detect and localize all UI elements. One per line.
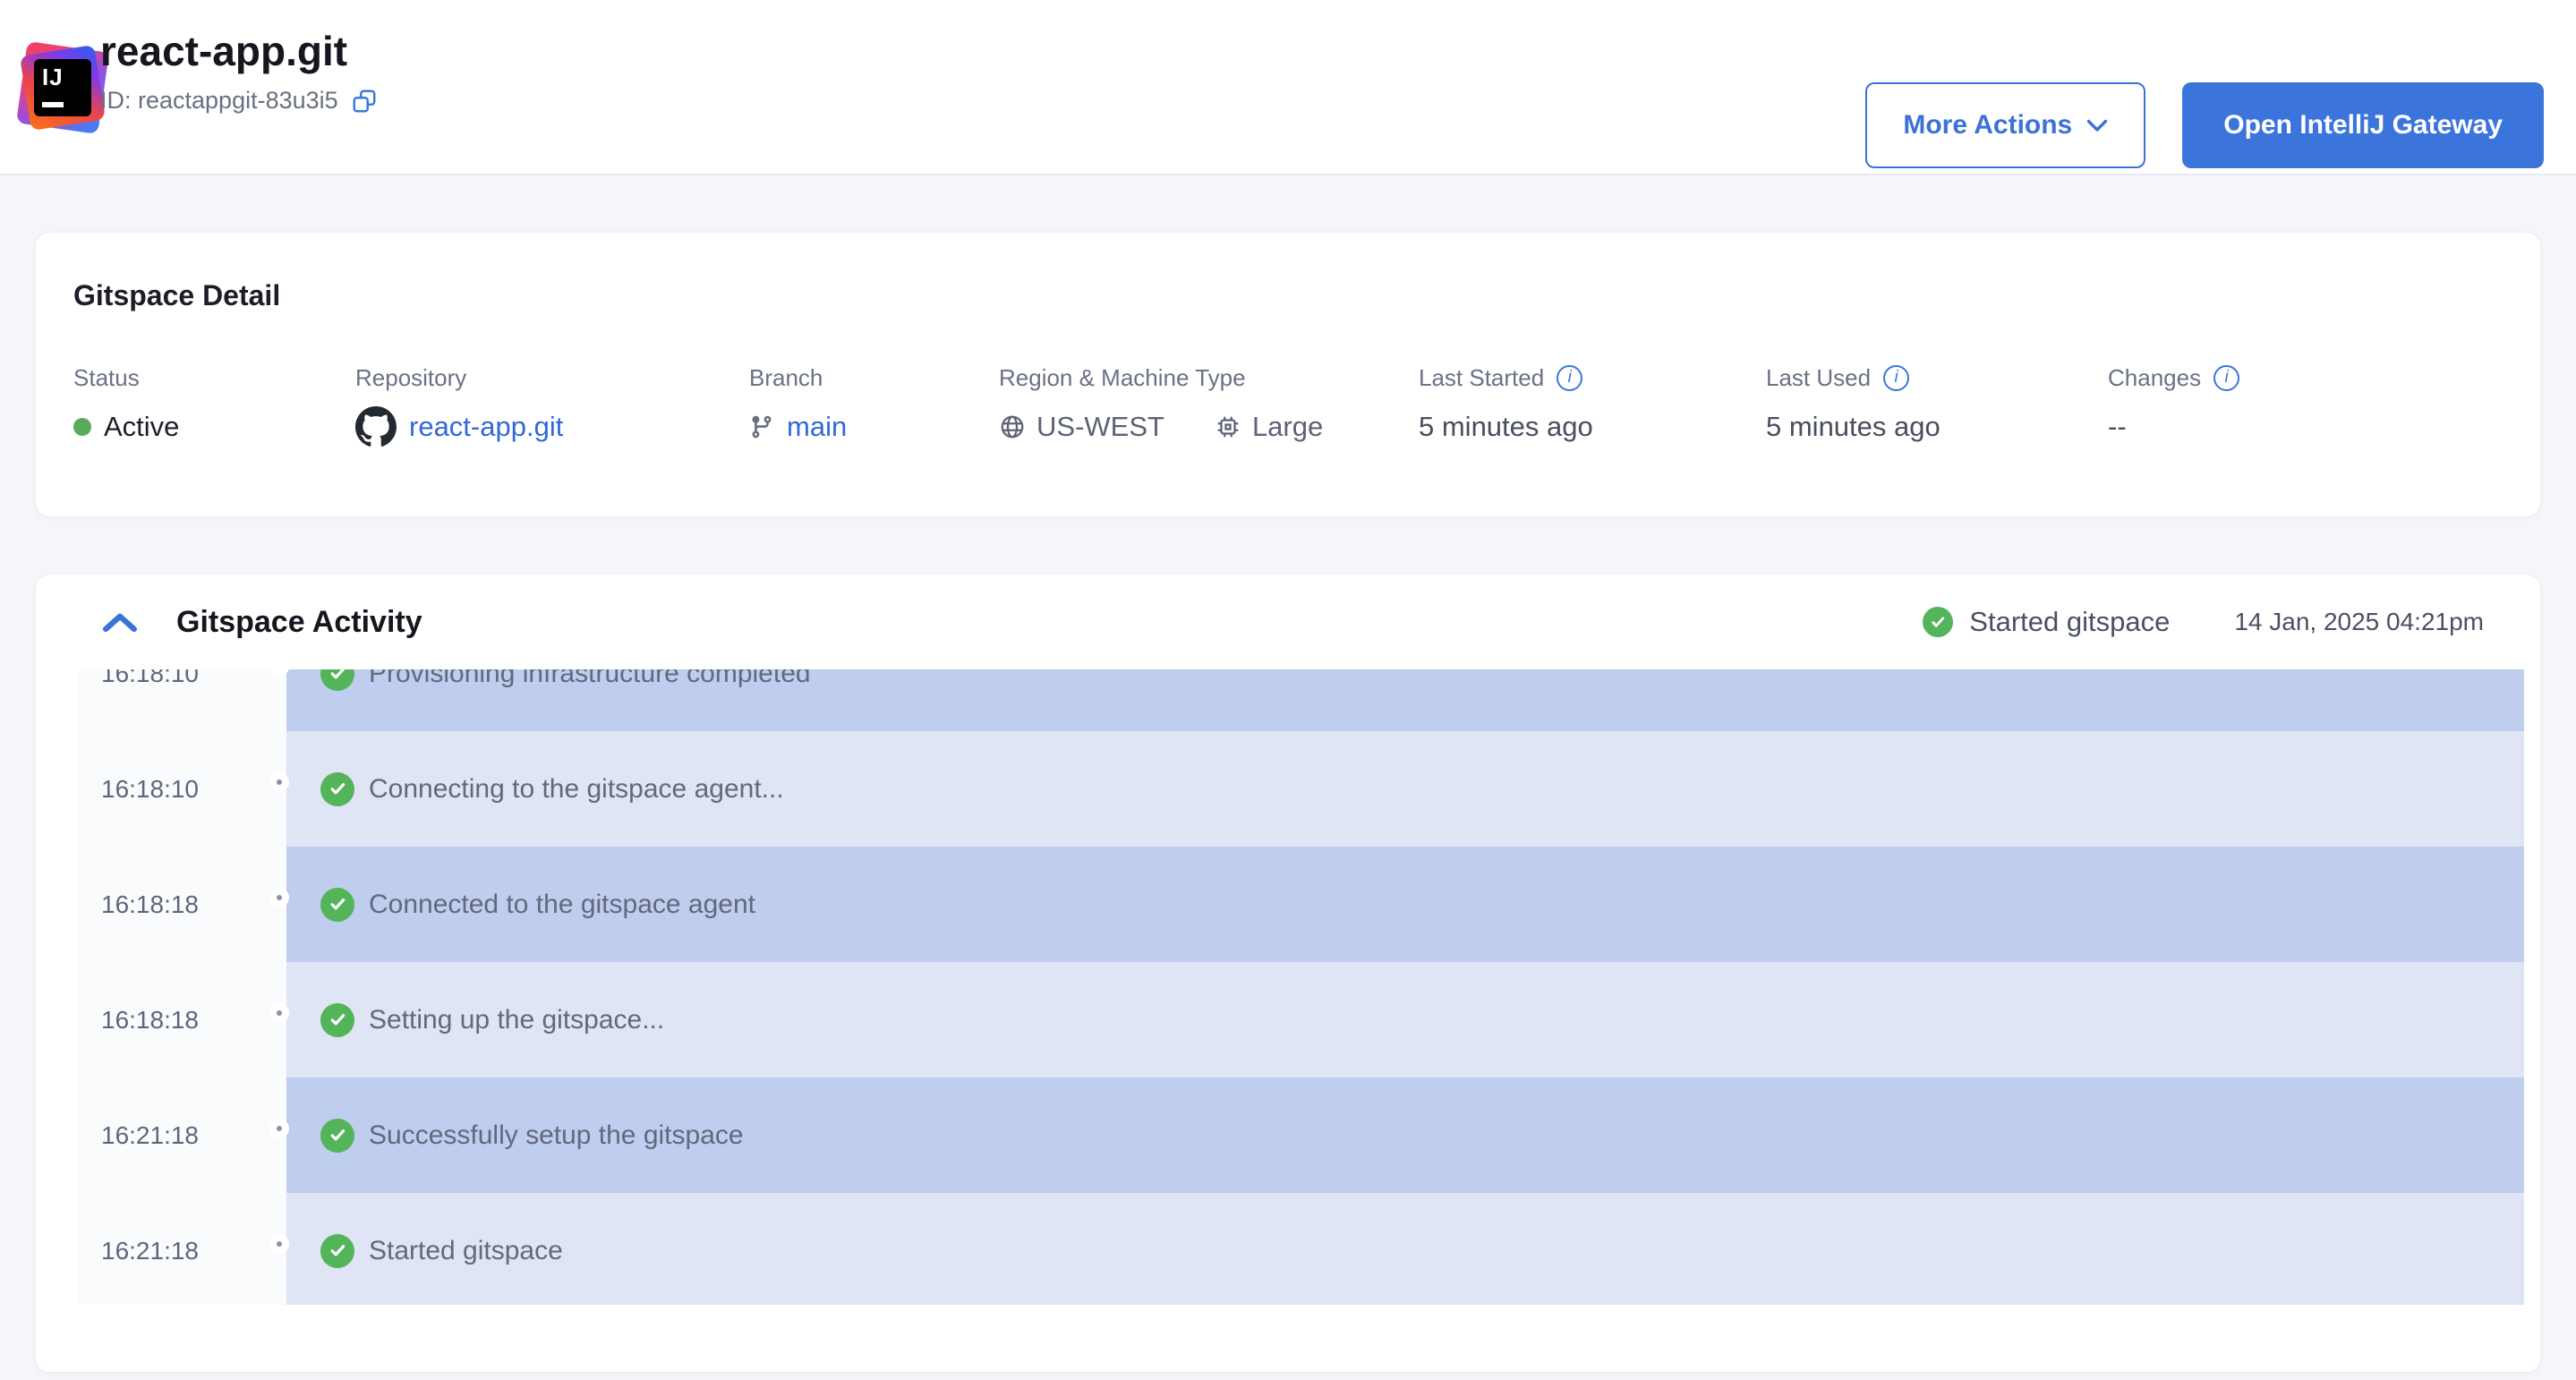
status-dot-icon (73, 418, 91, 436)
page-title: react-app.git (100, 27, 378, 75)
success-check-icon (320, 669, 354, 691)
last-started-label: Last Started (1419, 364, 1544, 392)
activity-row: 16:21:18 Started gitspace (79, 1193, 2524, 1305)
page-header: IJ react-app.git ID: reactappgit-83u3i5 … (0, 0, 2576, 175)
activity-row: 16:21:18 Successfully setup the gitspace (79, 1078, 2524, 1193)
field-last-started: Last Started i 5 minutes ago (1419, 364, 1593, 447)
activity-time: 16:18:10 (79, 731, 286, 847)
success-check-icon (320, 772, 354, 806)
git-branch-icon (749, 414, 774, 439)
activity-row: 16:18:18 Connected to the gitspace agent (79, 847, 2524, 962)
open-gateway-button[interactable]: Open IntelliJ Gateway (2182, 82, 2544, 168)
branch-label: Branch (749, 364, 823, 392)
last-started-value: 5 minutes ago (1419, 411, 1593, 443)
detail-card-title: Gitspace Detail (73, 279, 2540, 312)
info-icon[interactable]: i (1883, 365, 1909, 391)
gitspace-detail-card: Gitspace Detail Status Active Repository… (36, 233, 2540, 516)
last-used-value: 5 minutes ago (1766, 411, 1941, 443)
activity-message: Successfully setup the gitspace (369, 1120, 744, 1151)
timeline-dot-icon (269, 1234, 289, 1254)
success-check-icon (320, 1234, 354, 1268)
more-actions-button[interactable]: More Actions (1865, 82, 2145, 168)
activity-log[interactable]: 16:18:10 Provisioning infrastructure com… (79, 669, 2524, 1305)
timeline-dot-icon (269, 1119, 289, 1138)
chevron-down-icon (2086, 119, 2108, 132)
github-icon (355, 406, 397, 447)
globe-icon (999, 413, 1026, 440)
field-branch: Branch main (749, 364, 847, 447)
changes-label: Changes (2108, 364, 2201, 392)
gitspace-activity-card: Gitspace Activity Started gitspace 14 Ja… (36, 575, 2540, 1372)
repository-label: Repository (355, 364, 466, 392)
activity-status-text: Started gitspace (1969, 606, 2170, 638)
branch-link[interactable]: main (787, 411, 847, 443)
activity-time: 16:21:18 (79, 1193, 286, 1305)
last-used-label: Last Used (1766, 364, 1871, 392)
activity-row: 16:18:10 Connecting to the gitspace agen… (79, 731, 2524, 847)
status-label: Status (73, 364, 140, 392)
info-icon[interactable]: i (2213, 365, 2239, 391)
repository-link[interactable]: react-app.git (409, 411, 563, 443)
region-value: US-WEST (1036, 411, 1164, 443)
field-changes: Changes i -- (2108, 364, 2239, 447)
field-region-machine: Region & Machine Type US-WEST Large (999, 364, 1323, 447)
timeline-dot-icon (269, 772, 289, 792)
chevron-up-icon[interactable] (103, 611, 137, 633)
activity-time: 16:21:18 (79, 1078, 286, 1193)
main-content: Gitspace Detail Status Active Repository… (0, 175, 2576, 1372)
activity-time: 16:18:18 (79, 847, 286, 962)
copy-icon[interactable] (351, 88, 378, 115)
more-actions-label: More Actions (1903, 110, 2072, 141)
activity-message: Connecting to the gitspace agent... (369, 774, 784, 805)
region-machine-label: Region & Machine Type (999, 364, 1246, 392)
timeline-dot-icon (269, 888, 289, 907)
activity-time: 16:18:10 (79, 669, 286, 731)
field-status: Status Active (73, 364, 179, 447)
timeline-dot-icon (269, 1003, 289, 1023)
intellij-logo-icon: IJ (21, 47, 104, 129)
activity-message: Provisioning infrastructure completed (369, 669, 811, 689)
success-check-icon (320, 1003, 354, 1037)
field-repository: Repository react-app.git (355, 364, 563, 447)
info-icon[interactable]: i (1557, 365, 1582, 391)
machine-type-value: Large (1252, 411, 1323, 443)
activity-time: 16:18:18 (79, 962, 286, 1078)
activity-timestamp: 14 Jan, 2025 04:21pm (2234, 608, 2484, 636)
activity-message: Connected to the gitspace agent (369, 890, 755, 920)
activity-message: Started gitspace (369, 1236, 563, 1266)
activity-message: Setting up the gitspace... (369, 1005, 664, 1035)
changes-value: -- (2108, 411, 2127, 443)
activity-row: 16:18:18 Setting up the gitspace... (79, 962, 2524, 1078)
activity-card-title: Gitspace Activity (176, 605, 422, 640)
intellij-logo-text: IJ (42, 64, 64, 91)
cpu-icon (1215, 413, 1241, 440)
success-check-icon (320, 888, 354, 922)
status-value: Active (104, 411, 179, 443)
activity-status-badge: Started gitspace 14 Jan, 2025 04:21pm (1923, 606, 2484, 638)
success-check-icon (320, 1119, 354, 1153)
activity-row: 16:18:10 Provisioning infrastructure com… (79, 669, 2524, 731)
field-last-used: Last Used i 5 minutes ago (1766, 364, 1941, 447)
success-check-icon (1923, 607, 1953, 637)
gitspace-id: ID: reactappgit-83u3i5 (100, 87, 338, 115)
